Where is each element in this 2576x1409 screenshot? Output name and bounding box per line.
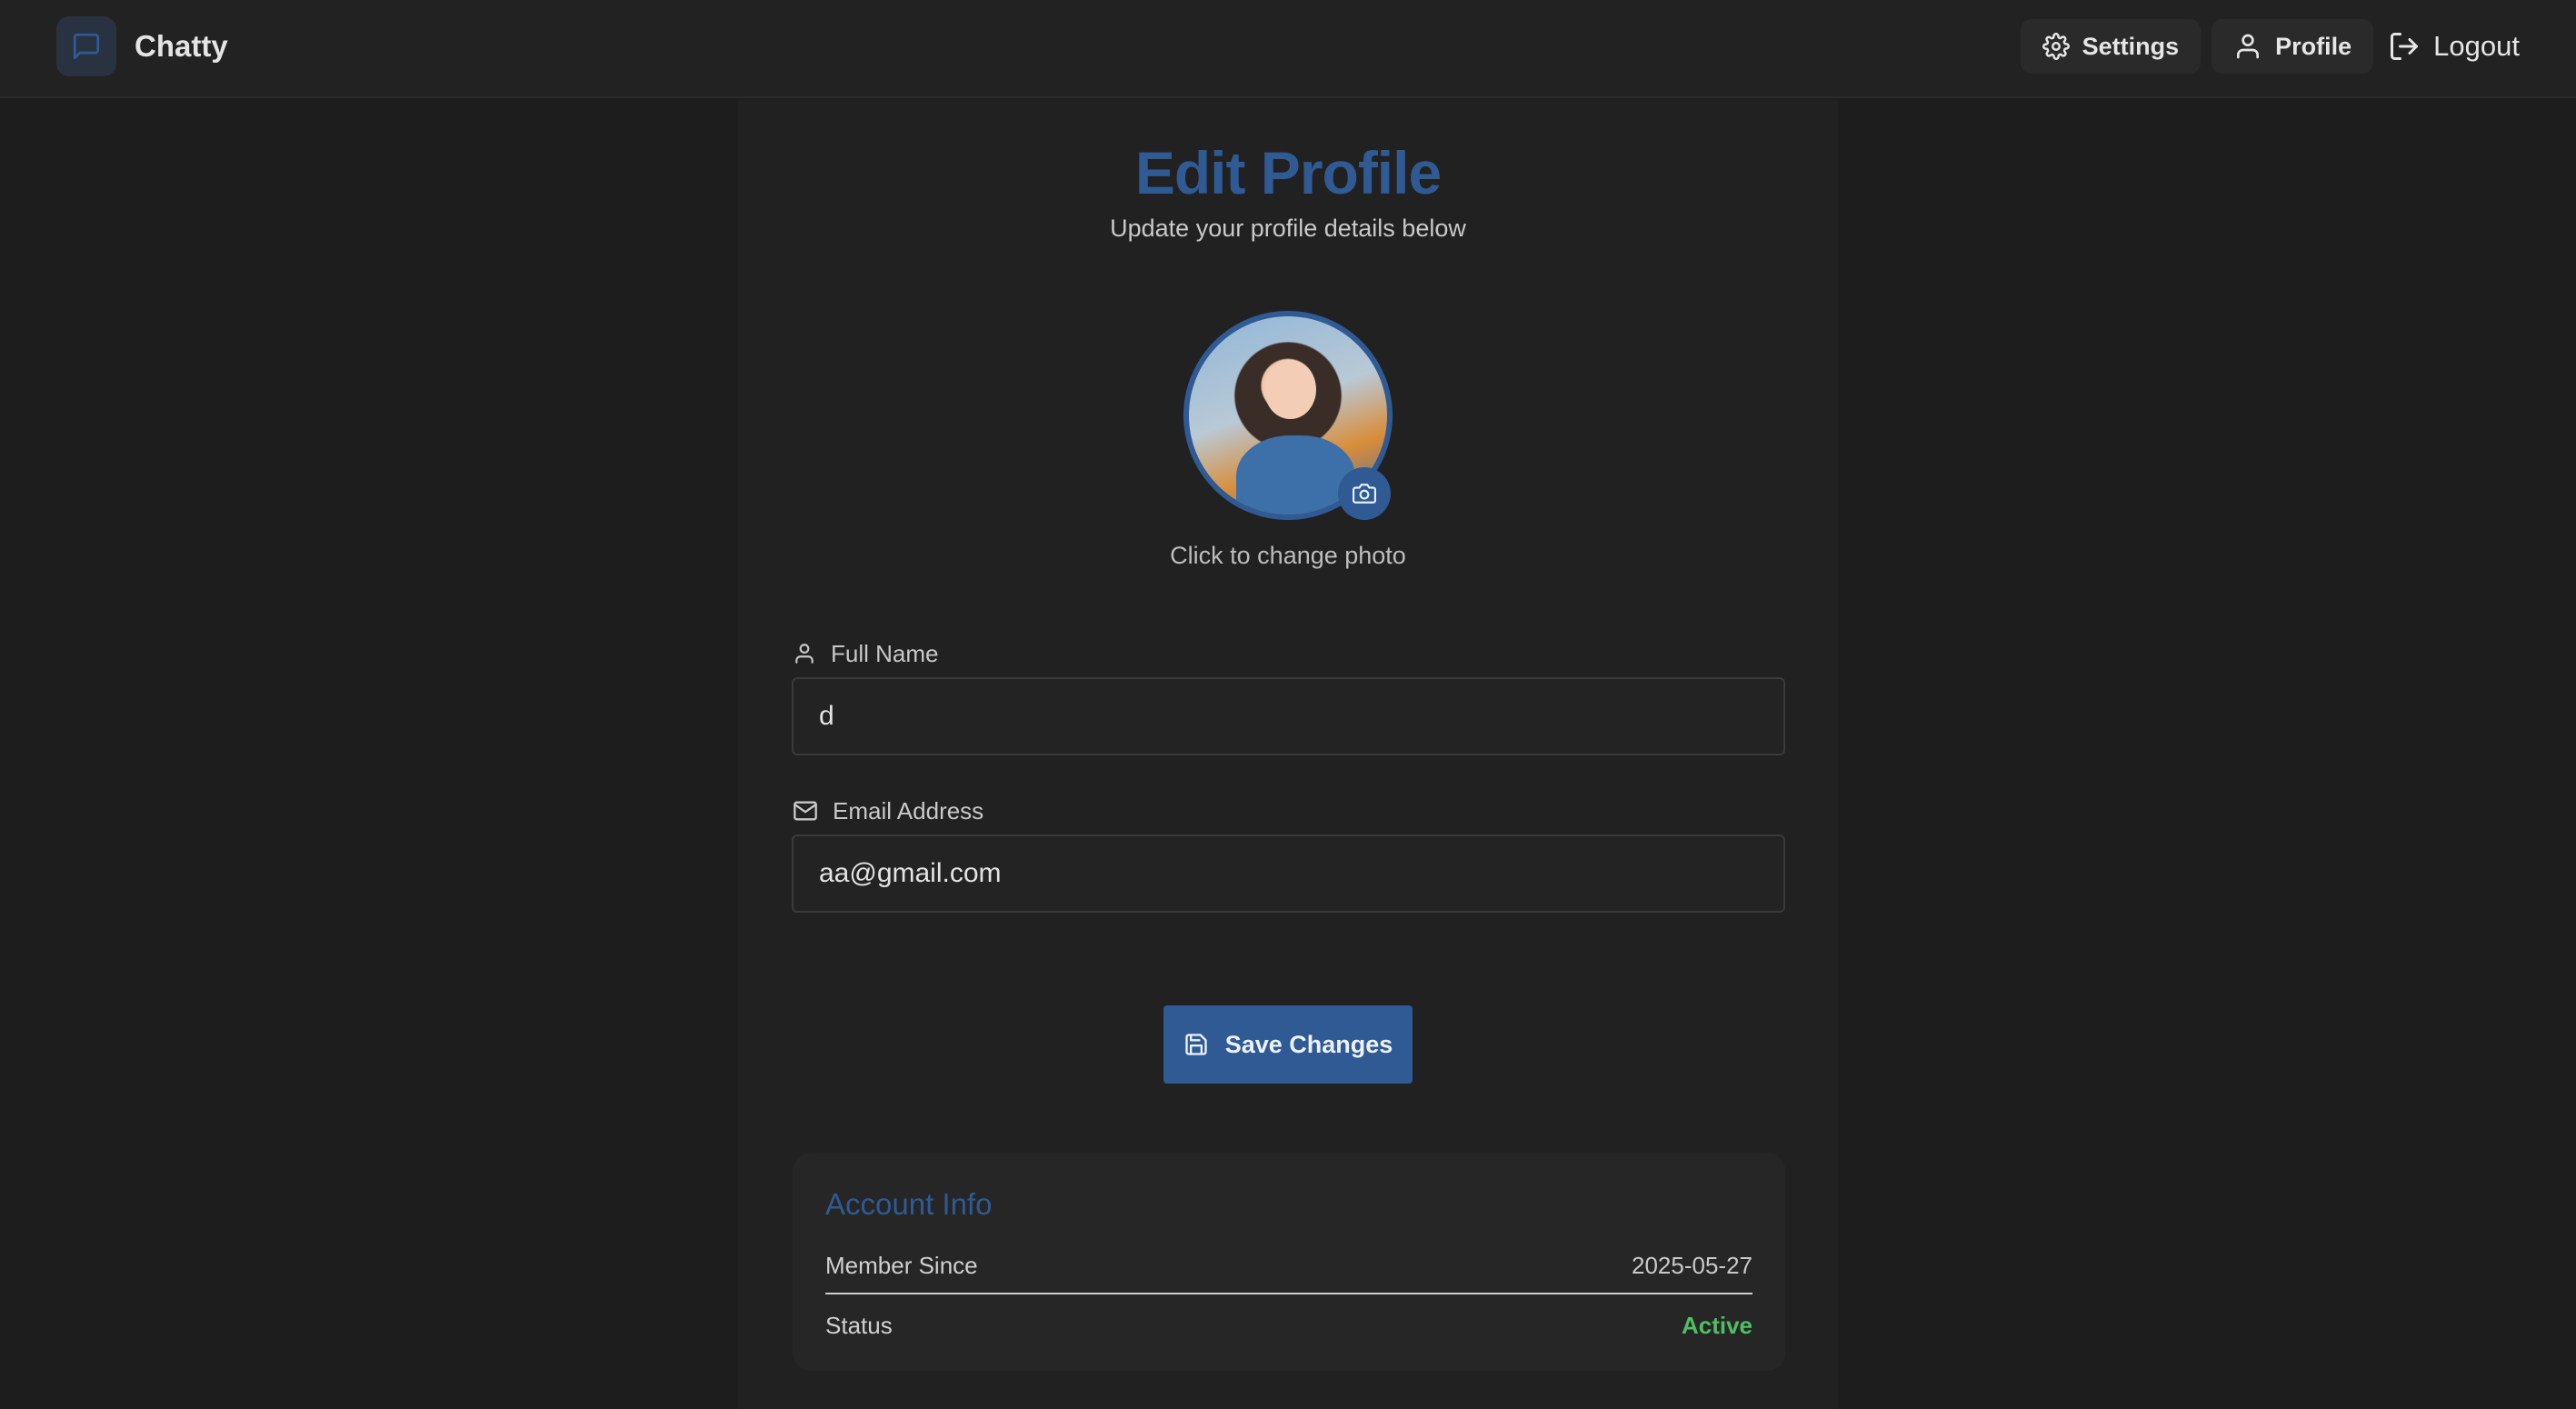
full-name-input[interactable] <box>792 677 1785 755</box>
chat-bubble-icon <box>56 16 116 76</box>
status-badge: Active <box>1681 1311 1752 1339</box>
floppy-disk-icon <box>1185 1034 1207 1055</box>
gear-icon <box>2042 33 2070 60</box>
status-label: Status <box>825 1311 893 1339</box>
top-navbar: Chatty Settings Profile Logout <box>0 0 2576 98</box>
settings-button[interactable]: Settings <box>2020 19 2202 74</box>
page-title: Edit Profile <box>1134 139 1442 206</box>
change-photo-button[interactable] <box>1338 467 1391 520</box>
page-subtitle: Update your profile details below <box>1110 215 1466 242</box>
user-icon <box>795 644 814 664</box>
email-input[interactable] <box>792 834 1785 913</box>
save-changes-label: Save Changes <box>1224 1030 1393 1058</box>
app-name: Chatty <box>135 29 228 63</box>
save-changes-button[interactable]: Save Changes <box>1163 1005 1413 1084</box>
nav-actions: Settings Profile Logout <box>2010 18 2536 75</box>
right-background-panel <box>1838 100 2576 1409</box>
email-label-text: Email Address <box>833 796 984 824</box>
avatar-upload[interactable] <box>1183 311 1393 520</box>
left-background-panel <box>0 100 738 1409</box>
account-info-card: Account Info Member Since 2025-05-27 Sta… <box>793 1153 1785 1371</box>
status-row: Status Active <box>825 1309 1752 1342</box>
brand-link[interactable]: Chatty <box>56 16 228 76</box>
account-info-title: Account Info <box>825 1187 993 1221</box>
logout-label: Logout <box>2433 30 2520 62</box>
profile-button[interactable]: Profile <box>2212 19 2374 74</box>
account-info-divider <box>825 1293 1752 1294</box>
settings-label: Settings <box>2082 32 2180 60</box>
full-name-label: Full Name <box>793 638 938 669</box>
photo-hint: Click to change photo <box>1170 542 1406 569</box>
logout-icon <box>2391 33 2419 60</box>
camera-icon <box>1353 484 1376 504</box>
avatar-sweater <box>1236 435 1356 515</box>
member-since-label: Member Since <box>825 1251 978 1279</box>
full-name-label-text: Full Name <box>831 639 939 667</box>
email-label: Email Address <box>793 795 983 826</box>
mail-icon <box>794 801 817 821</box>
member-since-row: Member Since 2025-05-27 <box>825 1249 1752 1282</box>
logout-button[interactable]: Logout <box>2377 19 2536 74</box>
profile-label: Profile <box>2275 32 2352 60</box>
avatar-face <box>1263 359 1316 420</box>
member-since-value: 2025-05-27 <box>1632 1251 1752 1279</box>
user-icon <box>2237 34 2260 59</box>
